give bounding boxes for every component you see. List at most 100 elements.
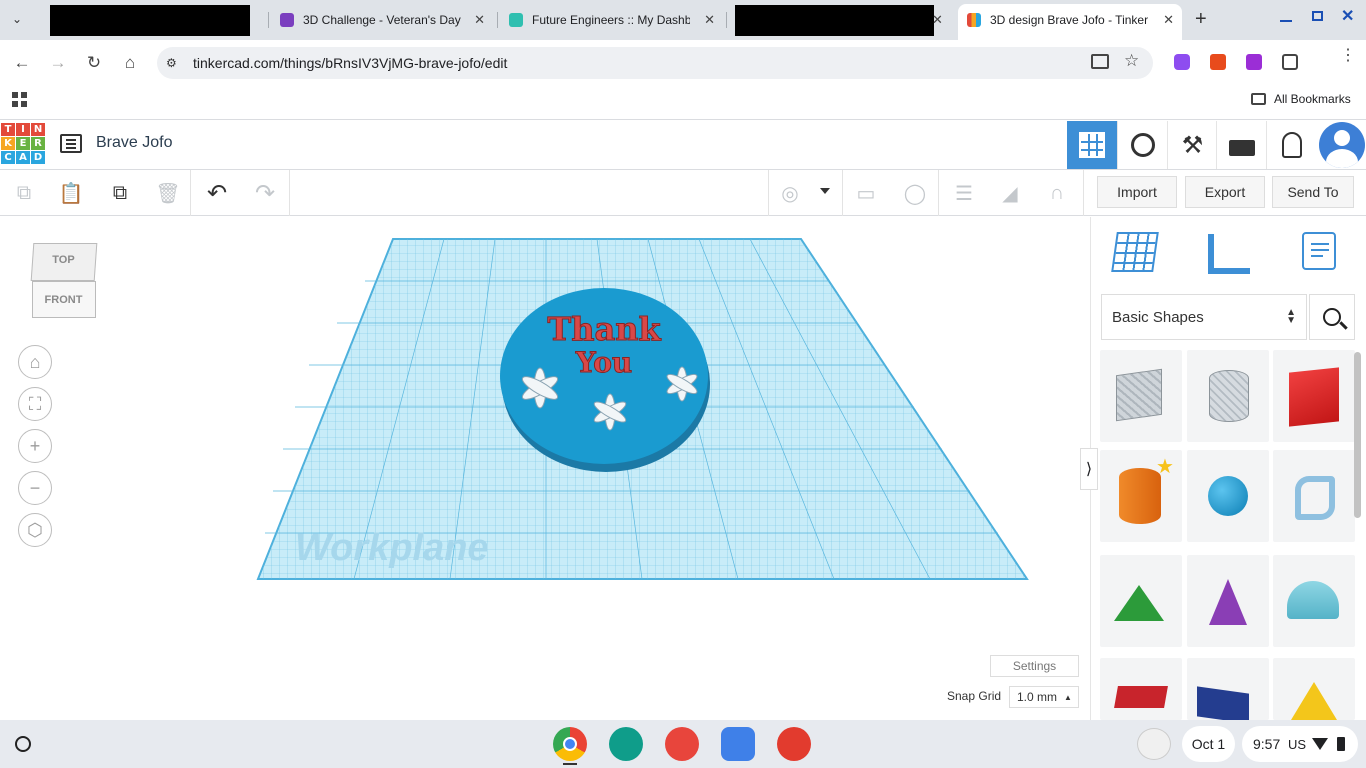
- workplane-tool-icon[interactable]: [1111, 232, 1159, 272]
- align-icon[interactable]: ☰: [951, 180, 977, 206]
- tab-3-redacted[interactable]: [735, 5, 934, 36]
- avatar[interactable]: [1319, 122, 1365, 168]
- shape-wedge[interactable]: [1187, 658, 1269, 724]
- snap-grid-select[interactable]: 1.0 mm ▲: [1009, 686, 1079, 708]
- shape-pyramid[interactable]: [1273, 658, 1355, 720]
- megaphone-extension-icon[interactable]: [1210, 54, 1226, 70]
- snap-grid-label: Snap Grid: [947, 689, 1002, 703]
- url-text[interactable]: tinkercad.com/things/bRnsIV3VjMG-brave-j…: [193, 55, 507, 71]
- home-icon[interactable]: ⌂: [119, 52, 141, 74]
- panel-scrollbar[interactable]: [1354, 352, 1361, 518]
- orthographic-perspective-icon[interactable]: ⬡: [18, 513, 52, 547]
- redo-icon[interactable]: ↷: [252, 180, 278, 207]
- shape-cone[interactable]: [1187, 555, 1269, 647]
- pyramid-icon: [1291, 682, 1337, 720]
- panel-collapse-button[interactable]: ⟩: [1080, 448, 1098, 490]
- close-tab-icon[interactable]: ✕: [932, 12, 943, 28]
- settings-button[interactable]: Settings: [990, 655, 1079, 677]
- close-tab-icon[interactable]: ✕: [474, 12, 485, 28]
- date-indicator[interactable]: Oct 1: [1182, 726, 1235, 762]
- undo-icon[interactable]: ↶: [204, 180, 230, 207]
- notes-icon[interactable]: [1302, 232, 1336, 270]
- shape-cylinder-hole[interactable]: [1187, 350, 1269, 442]
- zoom-in-icon[interactable]: +: [18, 429, 52, 463]
- lego-bricks-button[interactable]: [1216, 121, 1266, 169]
- home-view-icon[interactable]: ⌂: [18, 345, 52, 379]
- ungroup-icon[interactable]: ◯: [902, 180, 928, 206]
- paste-icon[interactable]: 📋: [58, 180, 84, 206]
- shape-roof[interactable]: [1100, 555, 1182, 647]
- fit-all-icon[interactable]: ⛶: [18, 387, 52, 421]
- tinkercad-logo[interactable]: T I N K E R C A D: [1, 123, 46, 167]
- shape-text[interactable]: [1100, 658, 1182, 720]
- delete-trash-icon[interactable]: 🗑: [155, 180, 181, 206]
- chrome-app-icon[interactable]: [553, 727, 587, 761]
- design-text-thank: Thank: [547, 310, 661, 348]
- tab-future-engineers[interactable]: Future Engineers :: My Dashb ✕: [509, 6, 715, 34]
- close-tab-icon[interactable]: ✕: [704, 12, 715, 28]
- apps-grid-icon[interactable]: [12, 92, 27, 107]
- site-info-icon[interactable]: ⚙: [166, 56, 177, 70]
- all-bookmarks-link[interactable]: All Bookmarks: [1274, 92, 1351, 106]
- chevron-down-icon[interactable]: [820, 188, 830, 194]
- shape-sphere[interactable]: [1187, 450, 1269, 542]
- shape-cylinder[interactable]: ★: [1100, 450, 1182, 542]
- shape-box[interactable]: [1273, 350, 1355, 442]
- shape-search-button[interactable]: [1309, 294, 1355, 340]
- back-icon[interactable]: ←: [11, 52, 33, 74]
- workplane-label: Workplane: [295, 527, 489, 569]
- launcher-icon[interactable]: [15, 736, 31, 752]
- reload-icon[interactable]: ↻: [83, 52, 105, 74]
- install-app-icon[interactable]: [1091, 54, 1109, 69]
- active-app-indicator: [563, 763, 577, 765]
- box-hole-icon: [1116, 368, 1162, 422]
- shape-scribble[interactable]: [1273, 450, 1355, 542]
- export-button[interactable]: Export: [1185, 176, 1265, 208]
- shape-round-roof[interactable]: [1273, 555, 1355, 647]
- shape-box-hole[interactable]: [1100, 350, 1182, 442]
- close-tab-icon[interactable]: ✕: [1163, 12, 1174, 28]
- 3d-view-button[interactable]: [1067, 121, 1117, 169]
- browser-menu-icon[interactable]: ⋮: [1340, 48, 1356, 64]
- invite-user-button[interactable]: [1266, 121, 1316, 169]
- close-window-icon[interactable]: ✕: [1341, 6, 1354, 26]
- files-app-icon[interactable]: [721, 727, 755, 761]
- shape-category-select[interactable]: Basic Shapes ▲ ▼: [1101, 294, 1307, 340]
- view-cube[interactable]: TOP FRONT: [30, 241, 98, 319]
- bricks-button[interactable]: ⚒: [1167, 121, 1217, 169]
- tab-search-chevron-icon[interactable]: ⌄: [12, 12, 22, 26]
- import-button[interactable]: Import: [1097, 176, 1177, 208]
- tab-veterans-day[interactable]: 3D Challenge - Veteran's Day ✕: [280, 6, 485, 34]
- design-object-thank-you-plate[interactable]: Thank You: [498, 284, 714, 476]
- copy-icon[interactable]: ⧉: [11, 180, 37, 206]
- divider: [768, 170, 769, 216]
- minimize-window-icon[interactable]: [1280, 10, 1292, 22]
- forward-icon[interactable]: →: [47, 52, 69, 74]
- puzzle-purple-extension-icon[interactable]: [1246, 54, 1262, 70]
- group-icon[interactable]: ▭: [853, 180, 879, 206]
- extension-purple-icon[interactable]: [1174, 54, 1190, 70]
- design-title[interactable]: Brave Jofo: [96, 134, 172, 152]
- holding-space-thumbnail[interactable]: [1137, 728, 1171, 760]
- duplicate-icon[interactable]: ⧉: [107, 180, 133, 206]
- tab-separator: [726, 12, 727, 28]
- design-list-icon[interactable]: [60, 134, 82, 153]
- zoom-out-icon[interactable]: −: [18, 471, 52, 505]
- bookmark-star-icon[interactable]: ☆: [1124, 51, 1139, 71]
- screencast-app-icon[interactable]: [777, 727, 811, 761]
- blocks-button[interactable]: [1117, 121, 1167, 169]
- view-cube-top-label: TOP: [52, 254, 75, 266]
- mirror-icon[interactable]: ◢: [997, 180, 1023, 206]
- lightbulb-icon[interactable]: ◎: [777, 180, 803, 206]
- snap-grid-value: 1.0 mm: [1017, 690, 1058, 704]
- tinkercad-favicon-icon: [967, 13, 981, 27]
- classroom-app-icon[interactable]: [609, 727, 643, 761]
- cruise-magnet-icon[interactable]: ∩: [1044, 180, 1070, 206]
- maximize-window-icon[interactable]: [1312, 11, 1323, 21]
- canvas-paint-app-icon[interactable]: [665, 727, 699, 761]
- send-to-button[interactable]: Send To: [1272, 176, 1354, 208]
- extensions-puzzle-icon[interactable]: [1282, 54, 1298, 70]
- tab-0-redacted[interactable]: [50, 5, 250, 36]
- new-tab-button[interactable]: +: [1195, 8, 1207, 31]
- ruler-icon[interactable]: [1208, 234, 1250, 274]
